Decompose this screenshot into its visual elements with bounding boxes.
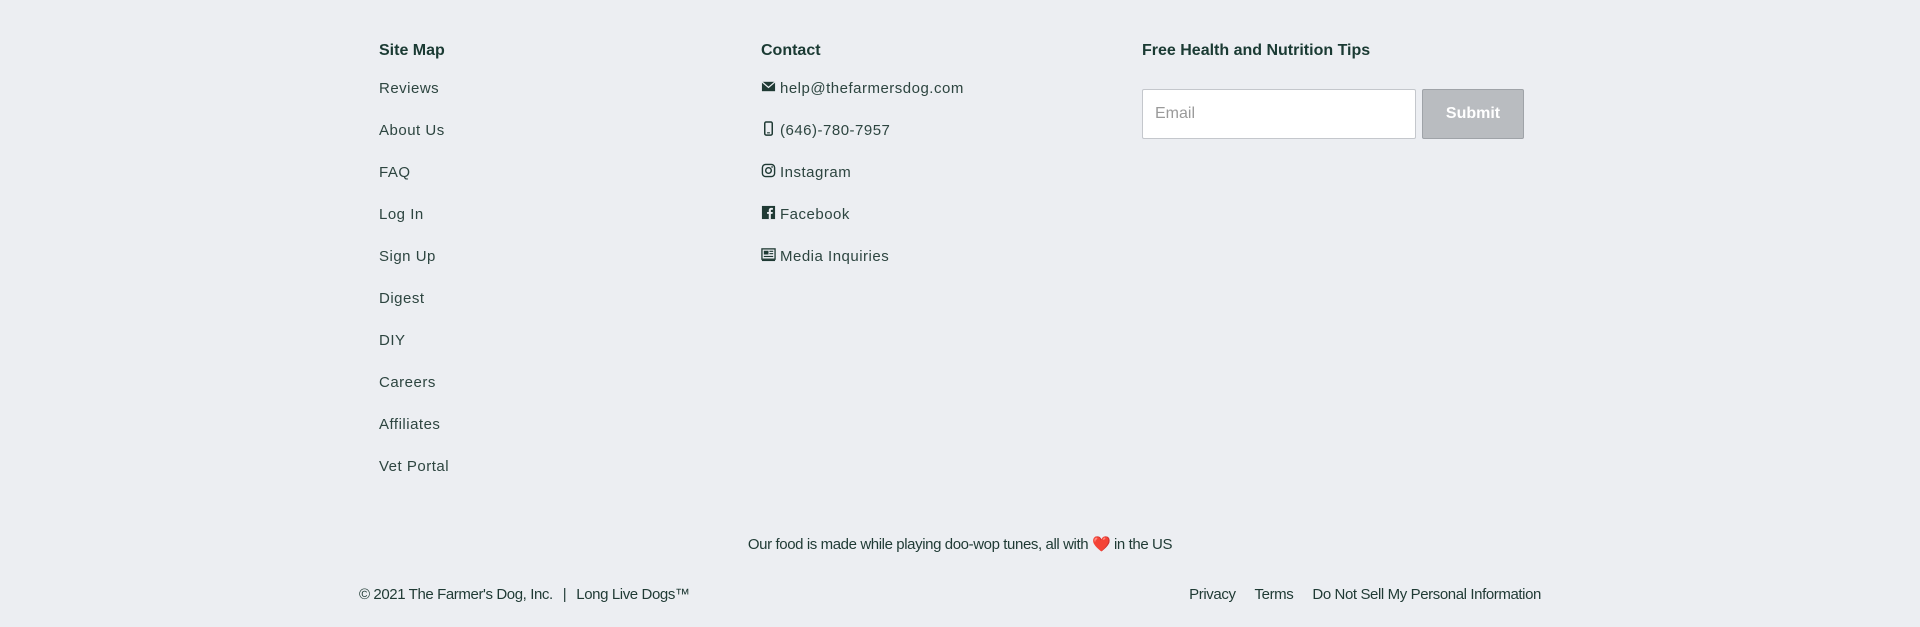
site-map-link-sign-up[interactable]: Sign Up bbox=[379, 246, 719, 288]
tagline: Our food is made while playing doo-wop t… bbox=[0, 535, 1920, 553]
privacy-link[interactable]: Privacy bbox=[1189, 586, 1236, 603]
contact-instagram-label: Instagram bbox=[780, 164, 852, 181]
contact-link-media-inquiries[interactable]: Media Inquiries bbox=[761, 246, 1101, 288]
site-map-link-careers[interactable]: Careers bbox=[379, 372, 719, 414]
legal-separator: | bbox=[562, 586, 567, 603]
site-map-link-faq[interactable]: FAQ bbox=[379, 162, 719, 204]
slogan-text: Long Live Dogs™ bbox=[576, 586, 690, 603]
site-map-heading: Site Map bbox=[379, 42, 445, 59]
site-map-link-reviews[interactable]: Reviews bbox=[379, 78, 719, 120]
instagram-icon bbox=[761, 163, 776, 178]
tagline-text-before: Our food is made while playing doo-wop t… bbox=[747, 536, 1092, 553]
phone-icon bbox=[761, 121, 776, 136]
facebook-icon bbox=[761, 205, 776, 220]
legal-left: © 2021 The Farmer's Dog, Inc. | Long Live … bbox=[359, 586, 690, 603]
site-map-link-about-us[interactable]: About Us bbox=[379, 120, 719, 162]
mail-icon bbox=[761, 79, 776, 94]
submit-button[interactable]: Submit bbox=[1422, 89, 1524, 139]
contact-heading: Contact bbox=[761, 42, 821, 59]
site-map-link-vet-portal[interactable]: Vet Portal bbox=[379, 456, 719, 498]
site-map-list: Reviews About Us FAQ Log In Sign Up Dige… bbox=[379, 78, 719, 498]
contact-facebook-label: Facebook bbox=[780, 206, 850, 223]
site-map-link-log-in[interactable]: Log In bbox=[379, 204, 719, 246]
contact-link-facebook[interactable]: Facebook bbox=[761, 204, 1101, 246]
heart-icon: ❤️ bbox=[1091, 536, 1111, 553]
footer: Site Map Reviews About Us FAQ Log In Sig… bbox=[0, 0, 1920, 627]
do-not-sell-link[interactable]: Do Not Sell My Personal Information bbox=[1312, 586, 1541, 603]
contact-column: Contact help@thefarmersdog.com (646)-780… bbox=[761, 40, 1101, 288]
email-field[interactable] bbox=[1142, 89, 1416, 139]
tagline-text-after: in the US bbox=[1110, 536, 1173, 553]
contact-link-email[interactable]: help@thefarmersdog.com bbox=[761, 78, 1101, 120]
newsletter-heading: Free Health and Nutrition Tips bbox=[1142, 42, 1371, 59]
contact-link-phone[interactable]: (646)-780-7957 bbox=[761, 120, 1101, 162]
media-icon bbox=[761, 247, 776, 262]
legal-links: Privacy Terms Do Not Sell My Personal In… bbox=[1189, 586, 1541, 603]
newsletter-column: Free Health and Nutrition Tips Submit bbox=[1142, 40, 1542, 139]
copyright-text: © 2021 The Farmer's Dog, Inc. bbox=[359, 586, 553, 603]
terms-link[interactable]: Terms bbox=[1255, 586, 1294, 603]
site-map-link-diy[interactable]: DIY bbox=[379, 330, 719, 372]
contact-phone-label: (646)-780-7957 bbox=[780, 122, 891, 139]
contact-media-label: Media Inquiries bbox=[780, 248, 890, 265]
contact-list: help@thefarmersdog.com (646)-780-7957 In… bbox=[761, 78, 1101, 288]
site-map-link-affiliates[interactable]: Affiliates bbox=[379, 414, 719, 456]
site-map-link-digest[interactable]: Digest bbox=[379, 288, 719, 330]
newsletter-form: Submit bbox=[1142, 89, 1542, 139]
contact-email-label: help@thefarmersdog.com bbox=[780, 80, 964, 97]
site-map-column: Site Map Reviews About Us FAQ Log In Sig… bbox=[379, 40, 719, 498]
contact-link-instagram[interactable]: Instagram bbox=[761, 162, 1101, 204]
